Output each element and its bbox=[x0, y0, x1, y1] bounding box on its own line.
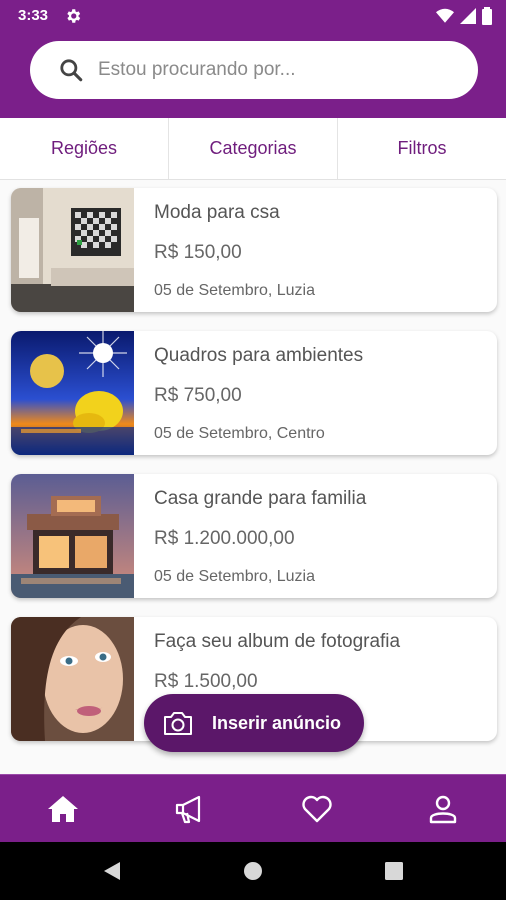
home-circle-icon[interactable] bbox=[242, 860, 264, 882]
settings-gear-icon bbox=[67, 9, 81, 23]
tab-regioes[interactable]: Regiões bbox=[0, 118, 169, 179]
listing-title: Faça seu album de fotografia bbox=[154, 631, 401, 652]
system-navigation-bar bbox=[0, 842, 506, 900]
search-input[interactable] bbox=[98, 41, 458, 99]
back-icon[interactable] bbox=[101, 860, 123, 882]
listing-thumbnail-portrait bbox=[11, 617, 134, 741]
user-icon[interactable] bbox=[425, 791, 461, 827]
listing-card[interactable]: Casa grande para familia R$ 1.200.000,00… bbox=[11, 474, 497, 598]
camera-icon bbox=[164, 712, 192, 735]
home-icon[interactable] bbox=[45, 791, 81, 827]
listing-thumbnail-room bbox=[11, 188, 134, 312]
megaphone-icon[interactable] bbox=[172, 791, 208, 827]
recents-icon[interactable] bbox=[383, 860, 405, 882]
insert-listing-button[interactable]: Inserir anúncio bbox=[144, 694, 364, 752]
listing-price: R$ 1.500,00 bbox=[154, 671, 258, 692]
bottom-navigation bbox=[0, 774, 506, 842]
heart-icon[interactable] bbox=[299, 791, 335, 827]
tab-filtros[interactable]: Filtros bbox=[338, 118, 506, 179]
wifi-icon bbox=[436, 8, 454, 23]
listing-price: R$ 150,00 bbox=[154, 242, 242, 263]
listing-title: Quadros para ambientes bbox=[154, 345, 364, 366]
app-header: 3:33 bbox=[0, 0, 506, 118]
status-time: 3:33 bbox=[18, 7, 49, 24]
tab-categorias[interactable]: Categorias bbox=[169, 118, 338, 179]
search-bar[interactable] bbox=[30, 41, 478, 99]
listing-price: R$ 1.200.000,00 bbox=[154, 528, 295, 549]
search-icon bbox=[60, 59, 83, 82]
status-icons bbox=[436, 7, 492, 25]
listing-card[interactable]: Moda para csa R$ 150,00 05 de Setembro, … bbox=[11, 188, 497, 312]
listing-list: Moda para csa R$ 150,00 05 de Setembro, … bbox=[0, 180, 506, 774]
listing-thumbnail-painting bbox=[11, 331, 134, 455]
listing-price: R$ 750,00 bbox=[154, 385, 242, 406]
status-bar: 3:33 bbox=[0, 0, 506, 34]
listing-meta: 05 de Setembro, Luzia bbox=[154, 568, 315, 585]
signal-icon bbox=[460, 8, 476, 24]
insert-listing-label: Inserir anúncio bbox=[212, 713, 342, 733]
listing-title: Casa grande para familia bbox=[154, 488, 367, 509]
battery-icon bbox=[482, 7, 492, 25]
filter-tabs: Regiões Categorias Filtros bbox=[0, 118, 506, 180]
listing-meta: 05 de Setembro, Luzia bbox=[154, 282, 315, 299]
listing-card[interactable]: Quadros para ambientes R$ 750,00 05 de S… bbox=[11, 331, 497, 455]
listing-title: Moda para csa bbox=[154, 202, 280, 223]
listing-meta: 05 de Setembro, Centro bbox=[154, 425, 325, 442]
listing-thumbnail-house bbox=[11, 474, 134, 598]
